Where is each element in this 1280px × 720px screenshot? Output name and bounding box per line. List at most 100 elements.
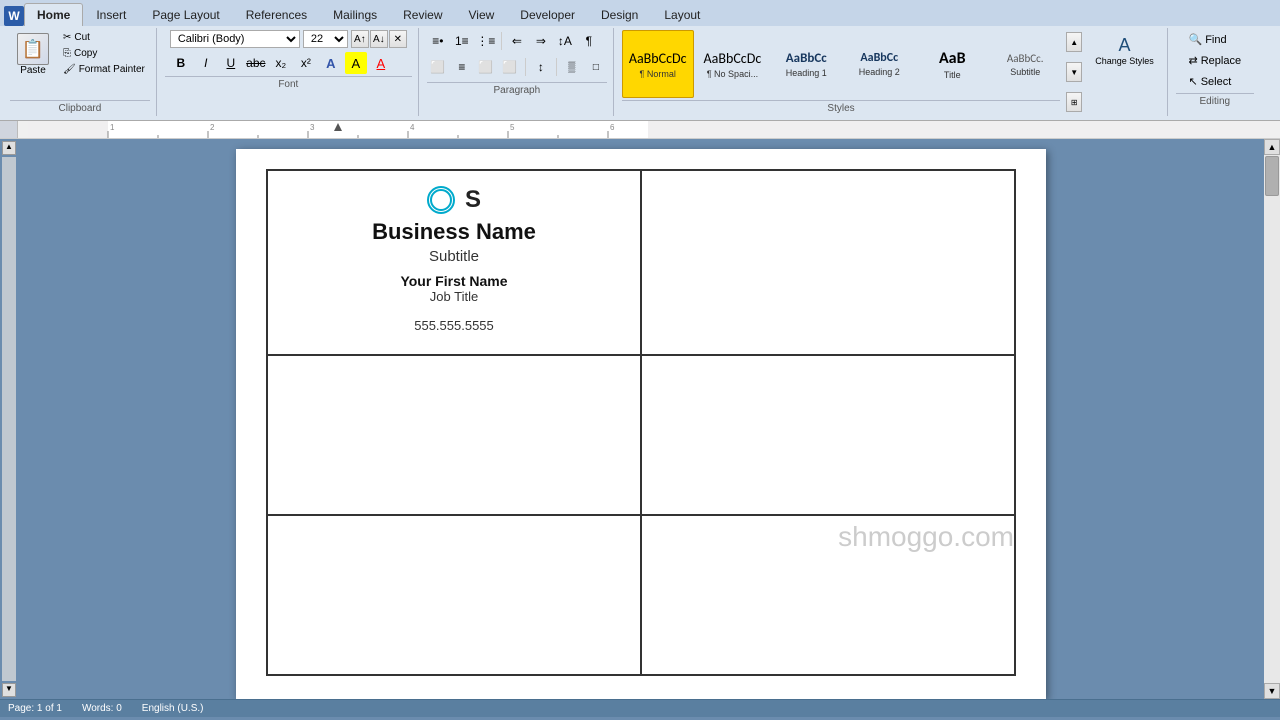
decrease-indent-button[interactable]: ⇐ [506, 30, 528, 52]
change-styles-icon: A [1119, 35, 1131, 56]
font-size-select[interactable]: 22 [303, 30, 348, 48]
show-marks-button[interactable]: ¶ [578, 30, 600, 52]
align-left-button[interactable]: ⬜ [427, 56, 449, 78]
style-title-label: Title [944, 70, 961, 80]
scroll-thumb[interactable] [1265, 156, 1279, 196]
numbering-button[interactable]: 1≡ [451, 30, 473, 52]
clipboard-group: 📋 Paste ✂ Cut ⎘ Copy 🖌 Format [4, 28, 157, 116]
replace-icon: ⇄ [1189, 54, 1198, 67]
justify-button[interactable]: ⬜ [499, 56, 521, 78]
underline-button[interactable]: U [220, 52, 242, 74]
style-title[interactable]: AaB Title [917, 30, 987, 98]
language: English (U.S.) [142, 703, 204, 714]
scroll-up-button[interactable]: ▲ [1264, 139, 1280, 155]
status-bar: Page: 1 of 1 Words: 0 English (U.S.) [0, 699, 1280, 717]
bullets-button[interactable]: ≡• [427, 30, 449, 52]
card-logo-inner [430, 189, 452, 211]
copy-icon: ⎘ [63, 48, 71, 59]
style-subtitle-preview: AaBbCc. [1007, 52, 1044, 65]
align-right-button[interactable]: ⬜ [475, 56, 497, 78]
format-painter-button[interactable]: 🖌 Format Painter [58, 62, 150, 77]
multilevel-button[interactable]: ⋮≡ [475, 30, 497, 52]
tab-page-layout[interactable]: Page Layout [139, 3, 232, 26]
tab-view[interactable]: View [456, 3, 508, 26]
increase-indent-button[interactable]: ⇒ [530, 30, 552, 52]
business-name: Business Name [372, 219, 536, 245]
word-count: Words: 0 [82, 703, 122, 714]
bold-button[interactable]: B [170, 52, 192, 74]
tab-references[interactable]: References [233, 3, 320, 26]
styles-up-button[interactable]: ▲ [1066, 32, 1082, 52]
borders-button[interactable]: □ [585, 56, 607, 78]
document-page: S Business Name Subtitle Your First Name… [236, 149, 1046, 699]
styles-down-button[interactable]: ▼ [1066, 62, 1082, 82]
watermark-text: shmoggo.com [642, 521, 1014, 553]
tab-home[interactable]: Home [24, 3, 83, 26]
style-heading1-preview: AaBbCc [786, 51, 827, 66]
shrink-font-button[interactable]: A↓ [370, 30, 388, 48]
font-color-button[interactable]: A [370, 52, 392, 74]
scissors-icon: ✂ [63, 32, 71, 43]
paste-label: Paste [20, 65, 46, 76]
tab-review[interactable]: Review [390, 3, 455, 26]
card-logo [427, 186, 455, 214]
tab-layout[interactable]: Layout [651, 3, 713, 26]
cut-button[interactable]: ✂ Cut [58, 30, 150, 45]
ruler-svg: 1 2 3 4 5 6 [28, 121, 1270, 139]
left-scroll-up[interactable]: ▲ [2, 141, 16, 155]
italic-button[interactable]: I [195, 52, 217, 74]
sort-button[interactable]: ↕A [554, 30, 576, 52]
style-heading2-label: Heading 2 [859, 67, 900, 77]
select-button[interactable]: ↖ Select [1182, 72, 1249, 91]
tab-insert[interactable]: Insert [83, 3, 139, 26]
style-heading1-label: Heading 1 [786, 68, 827, 78]
style-no-spacing[interactable]: AaBbCcDc ¶ No Spaci... [697, 30, 769, 98]
tab-mailings[interactable]: Mailings [320, 3, 390, 26]
find-button[interactable]: 🔍 Find [1182, 30, 1249, 49]
ribbon: 📋 Paste ✂ Cut ⎘ Copy 🖌 Format [0, 26, 1280, 121]
tab-developer[interactable]: Developer [507, 3, 588, 26]
svg-text:6: 6 [610, 123, 615, 132]
change-styles-button[interactable]: A Change Styles [1088, 30, 1161, 114]
paste-button[interactable]: 📋 Paste [10, 30, 56, 79]
copy-button[interactable]: ⎘ Copy [58, 46, 150, 61]
style-subtitle[interactable]: AaBbCc. Subtitle [990, 30, 1060, 98]
left-sidebar: ▲ ▼ [0, 139, 18, 699]
card-cell-main: S Business Name Subtitle Your First Name… [267, 170, 641, 355]
replace-button[interactable]: ⇄ Replace [1182, 51, 1249, 70]
right-scrollbar: ▲ ▼ [1264, 139, 1280, 699]
card-cell-watermark: shmoggo.com [641, 515, 1015, 675]
grow-font-button[interactable]: A↑ [351, 30, 369, 48]
style-normal[interactable]: AaBbCcDc ¶ Normal [622, 30, 694, 98]
text-effects-button[interactable]: A [320, 52, 342, 74]
left-scroll-down[interactable]: ▼ [2, 683, 16, 697]
scroll-down-button[interactable]: ▼ [1264, 683, 1280, 699]
align-center-button[interactable]: ≡ [451, 56, 473, 78]
styles-more-button[interactable]: ⊞ [1066, 92, 1082, 112]
style-heading2[interactable]: AaBbCc Heading 2 [844, 30, 914, 98]
editing-group: 🔍 Find ⇄ Replace ↖ Select Editing [1170, 28, 1260, 116]
superscript-button[interactable]: x² [295, 52, 317, 74]
style-subtitle-label: Subtitle [1010, 67, 1040, 77]
font-family-select[interactable]: Calibri (Body) [170, 30, 300, 48]
svg-text:1: 1 [110, 123, 115, 132]
styles-scroll-arrows: ▲ ▼ ⊞ [1064, 30, 1084, 114]
card-phone: 555.555.5555 [414, 318, 494, 333]
style-normal-preview: AaBbCcDc [629, 50, 687, 67]
style-nospacing-preview: AaBbCcDc [704, 50, 762, 67]
style-heading1[interactable]: AaBbCc Heading 1 [771, 30, 841, 98]
shading-button[interactable]: ▒ [561, 56, 583, 78]
paste-icon: 📋 [17, 33, 49, 65]
card-cell-empty-4 [267, 515, 641, 675]
card-cell-empty-3 [641, 355, 1015, 515]
text-highlight-button[interactable]: A [345, 52, 367, 74]
select-icon: ↖ [1189, 75, 1198, 88]
strikethrough-button[interactable]: abc [245, 52, 267, 74]
style-normal-label: ¶ Normal [640, 69, 676, 79]
tab-design[interactable]: Design [588, 3, 651, 26]
line-spacing-button[interactable]: ↕ [530, 56, 552, 78]
subscript-button[interactable]: x₂ [270, 52, 292, 74]
clear-format-button[interactable]: ✕ [389, 30, 407, 48]
svg-text:4: 4 [410, 123, 415, 132]
document-container[interactable]: S Business Name Subtitle Your First Name… [18, 139, 1264, 699]
